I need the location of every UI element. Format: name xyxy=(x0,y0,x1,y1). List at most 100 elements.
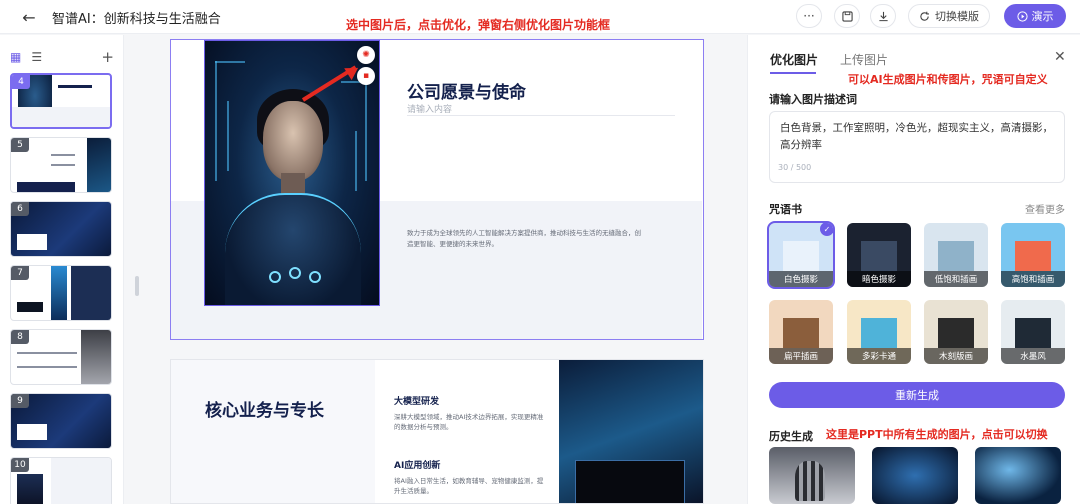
more-icon: ··· xyxy=(803,9,815,23)
slide-thumbnail-6[interactable]: 6 xyxy=(10,201,112,257)
thumb-band xyxy=(51,458,111,504)
history-image[interactable] xyxy=(975,447,1061,504)
history-image[interactable] xyxy=(872,447,958,504)
portrait-armor xyxy=(225,193,361,305)
style-preview-building xyxy=(1015,318,1051,348)
thumbnail-toolbar: ▦ ☰ + xyxy=(10,48,114,66)
optimize-image-panel: 优化图片 上传图片 ✕ 可以AI生成图片和传图片，咒语可自定义 请输入图片描述词… xyxy=(747,35,1080,504)
item-title[interactable]: AI应用创新 xyxy=(394,458,440,471)
style-preview-building xyxy=(1015,241,1051,271)
style-label: 扁平插画 xyxy=(769,348,833,364)
item-text[interactable]: 将AI融入日常生活，如教育辅导、宠物健康监测，提升生活质量。 xyxy=(394,476,544,496)
thumb-line xyxy=(51,164,75,166)
slide-thumbnail-panel: ▦ ☰ + 4 5 6 7 8 9 10 xyxy=(0,35,124,504)
download-button[interactable] xyxy=(870,4,896,28)
tab-optimize-image[interactable]: 优化图片 xyxy=(770,51,818,68)
laptop-shape xyxy=(575,460,685,503)
thumb-chart xyxy=(17,302,43,312)
thumb-title-line xyxy=(58,85,92,88)
slide-thumbnail-5[interactable]: 5 xyxy=(10,137,112,193)
style-label: 高饱和插画 xyxy=(1001,271,1065,287)
see-more-link[interactable]: 查看更多 xyxy=(1025,201,1065,216)
present-button[interactable]: 演示 xyxy=(1004,4,1066,28)
refresh-icon xyxy=(920,11,929,21)
top-bar: ← 智谱AI：创新科技与生活融合 选中图片后，点击优化，弹窗右侧优化图片功能框 … xyxy=(0,0,1080,34)
description-textarea[interactable]: 白色背景，工作室照明，冷色光，超现实主义，高清摄影，高分辨率 xyxy=(769,111,1065,183)
style-label: 木刻版画 xyxy=(924,348,988,364)
slide-thumbnail-10[interactable]: 10 xyxy=(10,457,112,504)
selected-image[interactable] xyxy=(204,40,380,306)
style-card[interactable]: 水墨风 xyxy=(1001,300,1065,364)
style-card[interactable]: 多彩卡通 xyxy=(847,300,911,364)
circuit-line xyxy=(215,61,245,63)
slide-title[interactable]: 核心业务与专长 xyxy=(205,396,324,421)
style-card[interactable]: 扁平插画 xyxy=(769,300,833,364)
list-view-icon[interactable]: ☰ xyxy=(31,50,42,64)
item-text[interactable]: 深耕大模型领域，推动AI技术边界拓展，实现更精准的数据分析与预测。 xyxy=(394,412,544,432)
description-label: 请输入图片描述词 xyxy=(769,93,857,106)
armor-ring xyxy=(269,271,281,283)
download-icon xyxy=(878,11,888,21)
add-slide-icon[interactable]: + xyxy=(101,48,114,66)
thumb-image xyxy=(71,266,111,320)
armor-ring xyxy=(309,271,321,283)
slide-number: 9 xyxy=(11,394,29,408)
slide-thumbnail-7[interactable]: 7 xyxy=(10,265,112,321)
armor-ring xyxy=(289,267,301,279)
optimize-image-icon[interactable]: ✺ xyxy=(357,46,375,64)
style-label: 多彩卡通 xyxy=(847,348,911,364)
switch-template-button[interactable]: 切换模版 xyxy=(908,4,990,28)
regenerate-button[interactable]: 重新生成 xyxy=(769,382,1065,408)
annotation-top: 选中图片后，点击优化，弹窗右侧优化图片功能框 xyxy=(346,18,611,32)
thumb-card xyxy=(17,234,47,250)
char-counter: 30 / 500 xyxy=(778,163,812,172)
style-card[interactable]: 白色摄影 ✓ xyxy=(767,221,835,289)
spellbook-label: 咒语书 xyxy=(769,203,802,216)
cat-shape xyxy=(795,461,825,501)
style-preview-building xyxy=(783,241,819,271)
history-image[interactable] xyxy=(769,447,855,504)
panel-resize-handle[interactable] xyxy=(135,276,139,296)
save-button[interactable] xyxy=(834,4,860,28)
annotation-right: 可以AI生成图片和传图片，咒语可自定义 xyxy=(848,73,1048,86)
grid-view-icon[interactable]: ▦ xyxy=(10,50,21,64)
check-icon: ✓ xyxy=(820,223,833,236)
style-label: 水墨风 xyxy=(1001,348,1065,364)
annotation-history: 这里是PPT中所有生成的图片，点击可以切换 xyxy=(826,428,1048,441)
back-arrow-icon[interactable]: ← xyxy=(18,6,40,28)
slide-thumbnail-9[interactable]: 9 xyxy=(10,393,112,449)
slide-subtitle-input[interactable]: 请输入内容 xyxy=(407,102,675,116)
slide-number: 10 xyxy=(11,458,29,472)
style-preview-building xyxy=(938,318,974,348)
style-card[interactable]: 低饱和插画 xyxy=(924,223,988,287)
thumb-image xyxy=(81,330,111,384)
thumb-line xyxy=(17,352,77,354)
more-button[interactable]: ··· xyxy=(796,4,822,28)
slide-canvas-next[interactable]: 核心业务与专长 大模型研发 深耕大模型领域，推动AI技术边界拓展，实现更精准的数… xyxy=(170,359,704,504)
style-card[interactable]: 木刻版画 xyxy=(924,300,988,364)
slide-left-block xyxy=(171,360,375,503)
slide-thumbnail-8[interactable]: 8 xyxy=(10,329,112,385)
tab-upload-image[interactable]: 上传图片 xyxy=(840,51,888,68)
style-preview-building xyxy=(783,318,819,348)
slide-title[interactable]: 公司愿景与使命 xyxy=(407,78,526,103)
close-icon[interactable]: ✕ xyxy=(1054,49,1066,65)
style-card[interactable]: 暗色摄影 xyxy=(847,223,911,287)
style-label: 白色摄影 xyxy=(769,271,833,287)
slide-thumbnail-4[interactable]: 4 xyxy=(10,73,112,129)
style-label: 暗色摄影 xyxy=(847,271,911,287)
thumb-line xyxy=(17,366,77,368)
slide-description[interactable]: 致力于成为全球领先的人工智能解决方案提供商，推动科技与生活的无缝融合，创造更智能… xyxy=(407,228,647,250)
item-title[interactable]: 大模型研发 xyxy=(394,394,439,407)
slide-image[interactable] xyxy=(559,360,703,503)
slide-canvas-current[interactable]: ✺ ▪ 公司愿景与使命 请输入内容 致力于成为全球领先的人工智能解决方案提供商，… xyxy=(170,39,704,340)
thumb-image xyxy=(87,138,111,192)
history-label: 历史生成 xyxy=(769,430,813,443)
style-preview-building xyxy=(861,318,897,348)
style-preview-building xyxy=(861,241,897,271)
slide-number: 8 xyxy=(11,330,29,344)
slide-number: 4 xyxy=(12,75,30,89)
active-tab-indicator xyxy=(770,72,816,74)
style-card[interactable]: 高饱和插画 xyxy=(1001,223,1065,287)
document-title[interactable]: 智谱AI：创新科技与生活融合 xyxy=(52,8,221,27)
